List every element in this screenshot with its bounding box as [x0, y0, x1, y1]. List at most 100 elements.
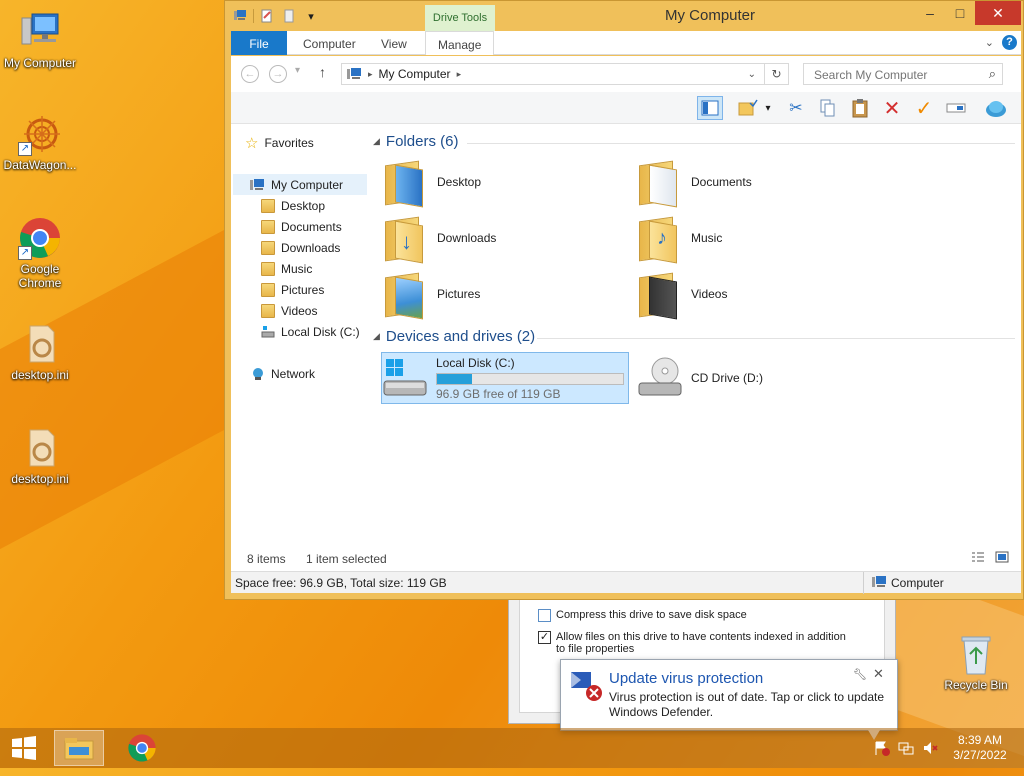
tile-label: Downloads: [437, 231, 497, 245]
desktop-icon-desktop-ini[interactable]: desktop.ini: [0, 322, 80, 382]
breadcrumb-my-computer[interactable]: My Computer: [379, 67, 451, 81]
system-clock[interactable]: 8:39 AM 3/27/2022: [940, 733, 1020, 763]
paste-icon[interactable]: [847, 96, 873, 120]
drive-tools-context-tab[interactable]: Drive Tools: [425, 5, 495, 31]
location-label: Computer: [891, 576, 944, 590]
properties-icon[interactable]: [258, 7, 276, 25]
refresh-button[interactable]: ↻: [765, 63, 789, 85]
defender-notification[interactable]: Update virus protection Virus protection…: [560, 659, 898, 731]
help-icon[interactable]: ?: [1002, 35, 1017, 50]
action-center-flag-icon[interactable]: [874, 740, 890, 756]
compress-option[interactable]: Compress this drive to save disk space: [538, 609, 747, 622]
rename-icon[interactable]: [943, 96, 969, 120]
content-pane: ◢ Folders (6) Desktop Documents ↓ Downlo…: [367, 124, 1021, 547]
network-tray-icon[interactable]: [898, 740, 914, 756]
space-info: Space free: 96.9 GB, Total size: 119 GB: [235, 576, 447, 590]
volume-muted-icon[interactable]: [922, 740, 938, 756]
desktop-icon-label: DataWagon...: [3, 158, 77, 172]
address-field[interactable]: ▸ My Computer ▸ ⌄: [341, 63, 765, 85]
new-folder-icon[interactable]: [280, 7, 298, 25]
folder-tile-downloads[interactable]: ↓ Downloads: [383, 212, 631, 264]
index-label: Allow files on this drive to have conten…: [556, 631, 846, 655]
settings-wrench-icon[interactable]: 🔧︎: [853, 668, 867, 681]
minimize-button[interactable]: –: [915, 1, 945, 25]
search-box[interactable]: ⌕: [803, 63, 1003, 85]
desktop-icon-recycle-bin[interactable]: Recycle Bin: [936, 632, 1016, 692]
breadcrumb-chevron-icon[interactable]: ▸: [457, 69, 462, 80]
nav-network[interactable]: Network: [251, 363, 367, 384]
close-notification-icon[interactable]: ✕: [873, 666, 884, 682]
nav-documents[interactable]: Documents: [261, 216, 367, 237]
notification-title: Update virus protection: [609, 670, 764, 687]
dropdown-arrow-icon[interactable]: ▾: [761, 96, 775, 120]
nav-music[interactable]: Music: [261, 258, 367, 279]
delete-icon[interactable]: ✕: [879, 96, 905, 120]
index-option[interactable]: ✓ Allow files on this drive to have cont…: [538, 631, 858, 655]
desktop-icon-desktop-ini-2[interactable]: desktop.ini: [0, 426, 80, 486]
search-input[interactable]: [812, 67, 972, 83]
compress-checkbox[interactable]: [538, 609, 551, 622]
folder-tile-videos[interactable]: Videos: [637, 268, 885, 320]
group-title: Folders (6): [385, 133, 459, 150]
nav-desktop[interactable]: Desktop: [261, 195, 367, 216]
desktop-icon-my-computer[interactable]: My Computer: [0, 10, 80, 70]
copy-icon[interactable]: [815, 96, 841, 120]
network-globe-icon[interactable]: [983, 96, 1009, 120]
window-title: My Computer: [664, 7, 756, 24]
recent-locations-icon[interactable]: ▾: [295, 65, 300, 76]
open-folder-button[interactable]: [735, 96, 761, 120]
nav-favorites[interactable]: ☆ Favorites: [245, 132, 381, 153]
network-icon: [253, 367, 263, 380]
start-button[interactable]: [0, 730, 48, 766]
collapse-arrow-icon[interactable]: ◢: [373, 136, 380, 147]
search-icon[interactable]: ⌕: [989, 66, 996, 82]
folder-tile-desktop[interactable]: Desktop: [383, 156, 631, 208]
collapse-arrow-icon[interactable]: ◢: [373, 331, 380, 342]
desktop-folder-icon: [383, 159, 429, 208]
tab-view[interactable]: View: [369, 31, 419, 55]
folder-icon: [261, 219, 275, 234]
cut-icon[interactable]: ✂: [783, 96, 809, 120]
back-button[interactable]: ←: [241, 65, 259, 83]
drive-tile-cd-drive[interactable]: CD Drive (D:): [637, 352, 885, 404]
nav-label: Downloads: [281, 240, 341, 255]
drives-group-header[interactable]: ◢ Devices and drives (2): [373, 328, 535, 345]
nav-my-computer[interactable]: My Computer: [233, 174, 369, 195]
taskbar-file-explorer[interactable]: [54, 730, 104, 766]
folder-tile-pictures[interactable]: Pictures: [383, 268, 631, 320]
breadcrumb-chevron-icon[interactable]: ▸: [368, 69, 373, 80]
expand-ribbon-icon[interactable]: ⌄: [985, 36, 994, 49]
downloads-folder-icon: ↓: [383, 215, 429, 264]
tab-file[interactable]: File: [231, 31, 287, 55]
nav-downloads[interactable]: Downloads: [261, 237, 367, 258]
forward-button[interactable]: →: [269, 65, 287, 83]
large-icons-view-icon[interactable]: [995, 551, 1009, 566]
taskbar-google-chrome[interactable]: [118, 730, 166, 766]
folder-tile-documents[interactable]: Documents: [637, 156, 885, 208]
preview-pane-button[interactable]: [697, 96, 723, 120]
rename-check-icon[interactable]: ✓: [911, 96, 937, 120]
details-view-icon[interactable]: [971, 551, 985, 566]
group-divider: [467, 143, 1015, 144]
index-checkbox[interactable]: ✓: [538, 631, 551, 644]
title-bar[interactable]: ▾ Drive Tools My Computer – □ ✕: [225, 1, 1023, 31]
computer-small-icon[interactable]: [231, 7, 249, 25]
desktop-icon-datawagon[interactable]: ↗ DataWagon...: [0, 112, 80, 172]
tab-computer[interactable]: Computer: [291, 31, 368, 55]
customize-toolbar-icon[interactable]: ▾: [302, 7, 320, 25]
up-button[interactable]: ↑: [319, 64, 326, 80]
nav-local-disk[interactable]: Local Disk (C:): [261, 321, 367, 342]
folder-tile-music[interactable]: ♪ Music: [637, 212, 885, 264]
nav-videos[interactable]: Videos: [261, 300, 367, 321]
folders-group-header[interactable]: ◢ Folders (6): [373, 133, 458, 150]
nav-pictures[interactable]: Pictures: [261, 279, 367, 300]
tile-label: Music: [691, 231, 723, 245]
close-button[interactable]: ✕: [975, 1, 1021, 25]
nav-label: Desktop: [281, 198, 326, 213]
drive-tile-local-disk[interactable]: Local Disk (C:) 96.9 GB free of 119 GB: [381, 352, 629, 404]
maximize-button[interactable]: □: [945, 1, 975, 25]
address-dropdown-icon[interactable]: ⌄: [748, 69, 756, 80]
file-explorer-icon: [64, 738, 94, 760]
tab-manage[interactable]: Manage: [425, 31, 495, 55]
desktop-icon-google-chrome[interactable]: ↗ Google Chrome: [0, 216, 80, 290]
